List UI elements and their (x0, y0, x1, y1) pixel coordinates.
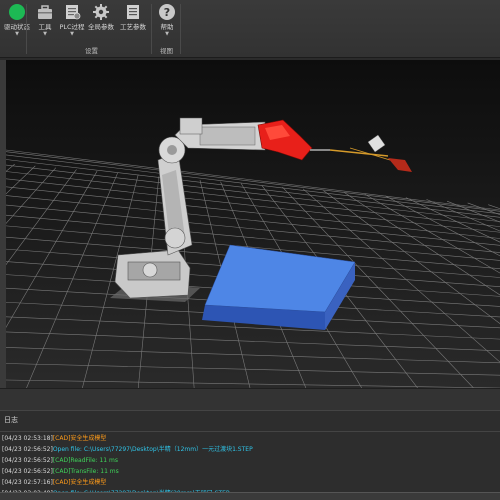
log-row[interactable]: [04/23 02:53:18][CAD]安全生成模型 (2, 433, 498, 444)
panel-splitter[interactable] (0, 388, 500, 410)
help-label: 帮助 (160, 23, 174, 31)
help-icon: ? (159, 4, 175, 20)
log-message: [CAD]安全生成模型 (52, 435, 107, 442)
log-timestamp: [04/23 02:57:16] (2, 479, 53, 486)
help-button[interactable]: ? 帮助 ▼ (150, 3, 184, 39)
log-row[interactable]: [04/23 02:56:52][CAD]TransFile: 11 ms (2, 466, 498, 477)
log-scrollbar[interactable] (0, 492, 500, 500)
log-timestamp: [04/23 02:56:52] (2, 468, 53, 475)
process-params-button[interactable]: 工艺参数 (116, 3, 150, 39)
3d-viewport[interactable] (6, 60, 500, 388)
process-doc-icon (127, 5, 139, 19)
ribbon-toolbar: 驱动状态 ▼ 工具 ▼ PLC过程 ▼ 全局参数 工艺参数 ? 帮助 ▼ 设置 … (0, 0, 500, 58)
log-timestamp: [04/23 02:56:52] (2, 457, 53, 464)
log-divider (0, 431, 500, 432)
log-list[interactable]: [04/23 02:53:18][CAD]安全生成模型 [04/23 02:56:… (2, 433, 498, 500)
log-panel: 日志 [04/23 02:53:18][CAD]安全生成模型 [04/23 02:… (0, 410, 500, 500)
log-message: [CAD]ReadFile: 11 ms (52, 457, 118, 464)
app-window: 驱动状态 ▼ 工具 ▼ PLC过程 ▼ 全局参数 工艺参数 ? 帮助 ▼ 设置 … (0, 0, 500, 500)
log-row[interactable]: [04/23 02:56:52][CAD]ReadFile: 11 ms (2, 455, 498, 466)
log-timestamp: [04/23 02:56:52] (2, 446, 53, 453)
log-title: 日志 (4, 416, 18, 424)
log-message: [CAD]安全生成模型 (52, 479, 107, 486)
group-label-settings: 设置 (85, 47, 98, 55)
global-params-button[interactable]: 全局参数 (84, 3, 118, 39)
log-row[interactable]: [04/23 02:56:52]Open file: C:\Users\7729… (2, 444, 498, 455)
toolbar-divider (180, 4, 181, 54)
chevron-down-icon: ▼ (165, 31, 169, 37)
log-message: Open file: C:\Users\77297\Desktop\半精（12m… (52, 446, 253, 453)
global-params-label: 全局参数 (88, 23, 114, 31)
scene-canvas[interactable] (6, 60, 500, 388)
gear-icon (93, 4, 109, 20)
toolbar-divider (26, 4, 27, 54)
toolbox-icon (38, 5, 52, 19)
status-indicator-icon (9, 4, 25, 20)
group-label-view: 视图 (160, 47, 173, 55)
log-timestamp: [04/23 02:53:18] (2, 435, 53, 442)
process-params-label: 工艺参数 (120, 23, 146, 31)
blue-workpiece[interactable] (202, 244, 356, 330)
log-row[interactable]: [04/23 02:57:16][CAD]安全生成模型 (2, 477, 498, 488)
svg-text:?: ? (164, 6, 170, 19)
log-message: [CAD]TransFile: 11 ms (52, 468, 119, 475)
plc-document-icon (66, 5, 81, 20)
